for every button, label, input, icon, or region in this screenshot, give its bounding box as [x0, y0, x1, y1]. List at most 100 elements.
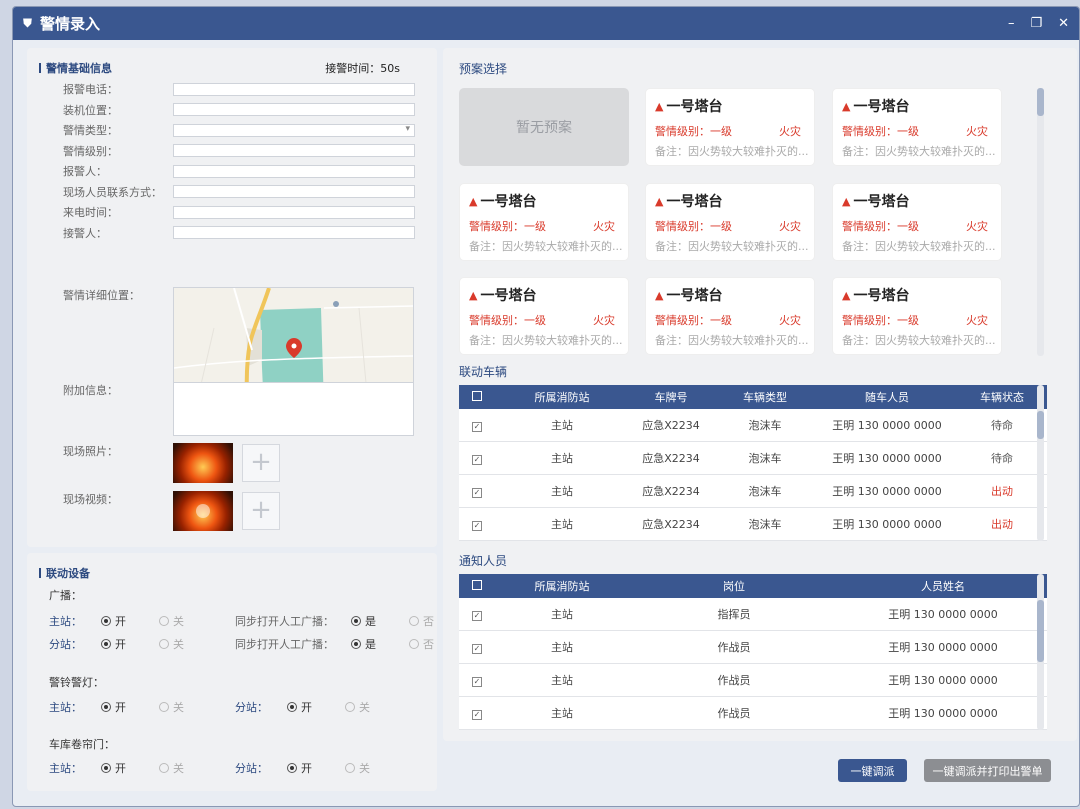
row-checkbox[interactable]: ✓: [472, 421, 482, 432]
alarm-sub-close[interactable]: 关: [345, 699, 370, 715]
plan-type: 火灾: [779, 125, 801, 138]
dispatch-button[interactable]: 一键调派: [838, 759, 907, 782]
sync-broadcast-no[interactable]: 否: [409, 636, 434, 652]
plan-card[interactable]: ▲ 一号塔台 警情级别：一级 火灾 备注：因火势较大较难扑灭的...: [645, 277, 815, 355]
table-row[interactable]: ✓ 主站 应急X2234 泡沫车 王明 130 0000 0000 待命: [459, 409, 1047, 442]
sync-broadcast-yes[interactable]: 是: [351, 613, 403, 629]
table-row[interactable]: ✓ 主站 作战员 王明 130 0000 0000: [459, 631, 1047, 664]
cell-plate: 应急X2234: [642, 518, 700, 531]
install-location-input[interactable]: [173, 103, 415, 116]
alarm-level-input[interactable]: [173, 144, 415, 157]
select-all-checkbox[interactable]: [472, 579, 482, 590]
reporter-input[interactable]: [173, 164, 415, 178]
plan-card[interactable]: ▲ 一号塔台 警情级别：一级 火灾 备注：因火势较大较难扑灭的...: [832, 183, 1002, 261]
plan-name: ▲ 一号塔台: [842, 194, 910, 210]
cell-crew: 王明 130 0000 0000: [832, 518, 942, 531]
garage-sub-open[interactable]: 开: [287, 760, 339, 776]
garage-main-open[interactable]: 开: [101, 760, 153, 776]
add-video-button[interactable]: +: [242, 492, 280, 530]
alarm-light-icon: ▲: [655, 194, 664, 208]
broadcast-main-close[interactable]: 关: [159, 613, 229, 629]
sync-broadcast-no[interactable]: 否: [409, 613, 434, 629]
row-checkbox[interactable]: ✓: [472, 676, 482, 687]
personnel-table: 所属消防站 岗位 人员姓名 ✓ 主站 指挥员 王明 130 0000 0000 ✓ 主站作…: [459, 574, 1047, 730]
restore-icon[interactable]: ❐: [1030, 16, 1042, 31]
reporter-label: 报警人：: [63, 165, 107, 178]
alarm-phone-label: 报警电话：: [63, 83, 118, 96]
cell-plate: 应急X2234: [642, 485, 700, 498]
table-row[interactable]: ✓ 主站 指挥员 王明 130 0000 0000: [459, 598, 1047, 631]
plan-card[interactable]: ▲ 一号塔台 警情级别：一级 火灾 备注：因火势较大较难扑灭的...: [832, 277, 1002, 355]
plan-card[interactable]: ▲ 一号塔台 警情级别：一级 火灾 备注：因火势较大较难扑灭的...: [645, 88, 815, 166]
cell-name: 王明 130 0000 0000: [888, 707, 998, 720]
extra-info-input[interactable]: [173, 382, 414, 436]
dispatch-print-button[interactable]: 一键调派并打印出警单: [924, 759, 1051, 782]
select-all-checkbox[interactable]: [472, 390, 482, 401]
cell-post: 作战员: [717, 674, 751, 687]
plan-type: 火灾: [779, 220, 801, 233]
personnel-table-header: 所属消防站 岗位 人员姓名: [459, 574, 1047, 598]
play-icon: [196, 504, 210, 518]
call-time-input[interactable]: [173, 205, 415, 219]
cell-vehicle-type: 泡沫车: [748, 485, 782, 498]
sync-broadcast-yes[interactable]: 是: [351, 636, 403, 652]
broadcast-sub-close[interactable]: 关: [159, 636, 229, 652]
alarm-type-label: 警情类型：: [63, 124, 118, 137]
row-checkbox[interactable]: ✓: [472, 487, 482, 498]
alarm-type-row: 警情类型：: [63, 122, 415, 138]
alarm-light-icon: ▲: [842, 194, 851, 208]
alarm-light-icon: ▲: [842, 99, 851, 113]
alarm-main-close[interactable]: 关: [159, 699, 229, 715]
broadcast-main-open[interactable]: 开: [101, 613, 153, 629]
close-icon[interactable]: ✕: [1058, 16, 1069, 31]
alarm-phone-input[interactable]: [173, 82, 415, 96]
cell-vehicle-type: 泡沫车: [748, 452, 782, 465]
shield-icon: ⛊: [23, 16, 33, 30]
plan-card[interactable]: ▲ 一号塔台 警情级别：一级 火灾 备注：因火势较大较难扑灭的...: [832, 88, 1002, 166]
table-row[interactable]: ✓ 主站 应急X2234 泡沫车 王明 130 0000 0000 待命: [459, 442, 1047, 475]
alarm-type-select[interactable]: [173, 123, 415, 137]
alarm-light-icon: ▲: [655, 99, 664, 113]
sync-broadcast-label: 同步打开人工广播：: [235, 638, 334, 651]
personnel-scrollbar[interactable]: [1037, 574, 1044, 730]
plan-card[interactable]: ▲ 一号塔台 警情级别：一级 火灾 备注：因火势较大较难扑灭的...: [459, 277, 629, 355]
reporter-row: 报警人：: [63, 163, 415, 179]
plans-scrollbar[interactable]: [1037, 88, 1044, 356]
cell-name: 王明 130 0000 0000: [888, 608, 998, 621]
vehicles-scrollbar[interactable]: [1037, 385, 1044, 541]
table-row[interactable]: ✓ 主站 作战员 王明 130 0000 0000: [459, 664, 1047, 697]
row-checkbox[interactable]: ✓: [472, 709, 482, 720]
plan-remark: 备注：因火势较大较难扑灭的...: [842, 334, 996, 347]
plan-type: 火灾: [966, 314, 988, 327]
garage-main-close[interactable]: 关: [159, 760, 229, 776]
row-checkbox[interactable]: ✓: [472, 610, 482, 621]
onsite-contact-input[interactable]: [173, 185, 415, 198]
row-checkbox[interactable]: ✓: [472, 520, 482, 531]
table-row[interactable]: ✓ 主站 作战员 王明 130 0000 0000: [459, 697, 1047, 730]
broadcast-sub-open[interactable]: 开: [101, 636, 153, 652]
plan-name: ▲ 一号塔台: [469, 288, 537, 304]
plan-card[interactable]: ▲ 一号塔台 警情级别：一级 火灾 备注：因火势较大较难扑灭的...: [645, 183, 815, 261]
table-row[interactable]: ✓ 主站 应急X2234 泡沫车 王明 130 0000 0000 出动: [459, 508, 1047, 541]
alarm-light-icon: ▲: [469, 194, 478, 208]
plan-card[interactable]: ▲ 一号塔台 警情级别：一级 火灾 备注：因火势较大较难扑灭的...: [459, 183, 629, 261]
plan-level: 警情级别：一级: [842, 125, 919, 138]
scene-photo-thumbnail[interactable]: [173, 443, 233, 483]
plan-remark: 备注：因火势较大较难扑灭的...: [655, 334, 809, 347]
scene-video-thumbnail[interactable]: [173, 491, 233, 531]
row-checkbox[interactable]: ✓: [472, 454, 482, 465]
add-photo-button[interactable]: +: [242, 444, 280, 482]
minimize-icon[interactable]: –: [1008, 16, 1015, 31]
cell-name: 王明 130 0000 0000: [888, 641, 998, 654]
alarm-main-open[interactable]: 开: [101, 699, 153, 715]
receiver-input[interactable]: [173, 226, 415, 239]
alarm-sub-open[interactable]: 开: [287, 699, 339, 715]
broadcast-sub-label: 分站：: [49, 638, 82, 651]
plan-level: 警情级别：一级: [469, 314, 546, 327]
plan-level: 警情级别：一级: [655, 220, 732, 233]
broadcast-title: 广播：: [49, 589, 82, 602]
row-checkbox[interactable]: ✓: [472, 643, 482, 654]
garage-sub-close[interactable]: 关: [345, 760, 370, 776]
no-plan-card[interactable]: 暂无预案: [459, 88, 629, 166]
table-row[interactable]: ✓ 主站 应急X2234 泡沫车 王明 130 0000 0000 出动: [459, 475, 1047, 508]
